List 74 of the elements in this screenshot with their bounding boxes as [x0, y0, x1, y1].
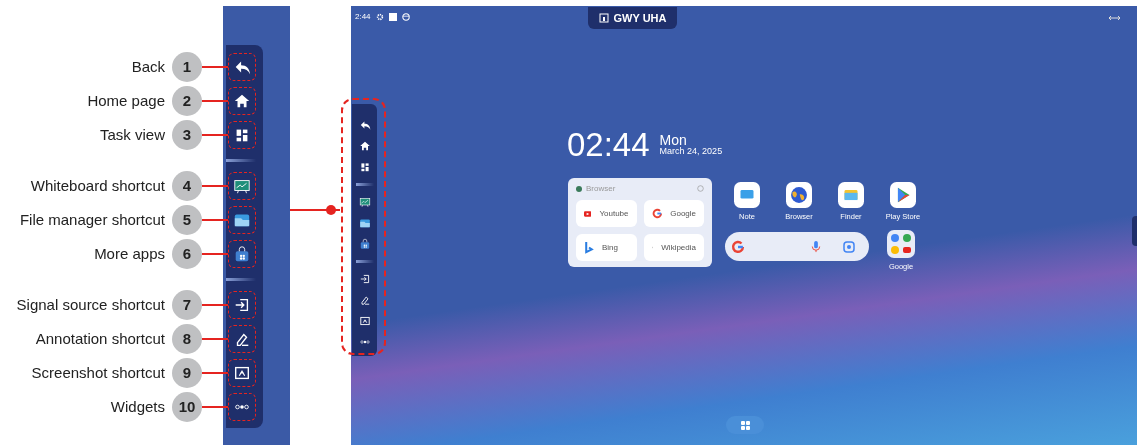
whiteboard-icon[interactable]	[358, 195, 371, 208]
g-logo-icon	[651, 207, 663, 220]
callout-number: 9	[172, 358, 202, 388]
callout-label: Annotation shortcut	[34, 328, 165, 349]
callout-label: Task view	[98, 124, 165, 145]
home-icon[interactable]	[358, 139, 371, 152]
globe-app-icon[interactable]	[786, 182, 812, 208]
callout-number: 10	[172, 392, 202, 422]
leader-line	[202, 338, 228, 340]
callout-label: File manager shortcut	[18, 209, 165, 230]
edit-circle-icon	[697, 185, 704, 192]
tiles-icon[interactable]	[358, 160, 371, 173]
app-drawer-button[interactable]	[726, 416, 764, 434]
b-logo-icon	[584, 241, 594, 254]
callout-label: Home page	[86, 90, 165, 111]
square-icon	[388, 13, 397, 21]
microphone-icon[interactable]	[811, 240, 821, 253]
folder-icon[interactable]	[358, 216, 371, 229]
leader-line	[202, 372, 228, 374]
whiteboard-icon[interactable]	[233, 177, 251, 195]
callout-number: 6	[172, 239, 202, 269]
g-logo-icon	[731, 239, 745, 254]
home-icon[interactable]	[233, 92, 251, 110]
shortcut-tile[interactable]: Youtube	[576, 200, 637, 227]
screen-share-icon	[598, 13, 609, 23]
status-time: 2:44	[355, 11, 371, 23]
callout-number: 4	[172, 171, 202, 201]
clock-time: 02:44	[567, 128, 650, 161]
leader-line	[202, 185, 228, 187]
device-name-badge: GWY UHA	[588, 7, 677, 29]
callout-label: More apps	[93, 243, 165, 264]
shortcut-tile[interactable]: Google	[643, 200, 704, 227]
callout-label: Signal source shortcut	[15, 294, 165, 315]
leader-line	[202, 100, 228, 102]
app-folder-icon[interactable]	[887, 230, 915, 258]
leader-line	[202, 253, 228, 255]
clock-day: Mon	[659, 133, 723, 147]
leader-line	[202, 66, 228, 68]
leader-line	[202, 406, 228, 408]
callout-number: 7	[172, 290, 202, 320]
gear-icon	[375, 13, 384, 21]
pen-icon[interactable]	[358, 293, 371, 306]
play-logo-icon	[584, 208, 592, 219]
camera-lens-icon[interactable]	[843, 240, 855, 253]
callout-number: 3	[172, 120, 202, 150]
grid-icon	[740, 420, 750, 430]
shortcut-tile[interactable]: Wikipedia	[643, 234, 704, 261]
circle-icon	[401, 13, 410, 21]
widget-title: Browser	[586, 182, 616, 195]
input-arrow-icon[interactable]	[233, 296, 251, 314]
double-arrow-icon	[1109, 15, 1120, 21]
search-bar[interactable]	[725, 232, 869, 261]
callout-label: Screenshot shortcut	[30, 362, 165, 383]
callout-number: 1	[172, 52, 202, 82]
callout-number: 8	[172, 324, 202, 354]
leader-line	[202, 219, 228, 221]
input-arrow-icon[interactable]	[358, 272, 371, 285]
leader-line	[202, 304, 228, 306]
picture-frame-icon[interactable]	[233, 364, 251, 382]
picture-frame-icon[interactable]	[358, 314, 371, 327]
clock-date: March 24, 2025	[659, 147, 723, 156]
folder-app-icon[interactable]	[838, 182, 864, 208]
callout-number: 5	[172, 205, 202, 235]
shopping-bag-icon[interactable]	[358, 237, 371, 250]
callout-label: Back	[130, 56, 165, 77]
edge-handle[interactable]	[1132, 216, 1137, 246]
callout-label: Whiteboard shortcut	[29, 175, 165, 196]
triangle-app-icon[interactable]	[890, 182, 916, 208]
note-app-icon[interactable]	[734, 182, 760, 208]
shopping-bag-icon[interactable]	[233, 245, 251, 263]
leader-line	[202, 134, 228, 136]
callout-number: 2	[172, 86, 202, 116]
shortcut-tile[interactable]: Bing	[576, 234, 637, 261]
callout-label: Widgets	[109, 396, 165, 417]
